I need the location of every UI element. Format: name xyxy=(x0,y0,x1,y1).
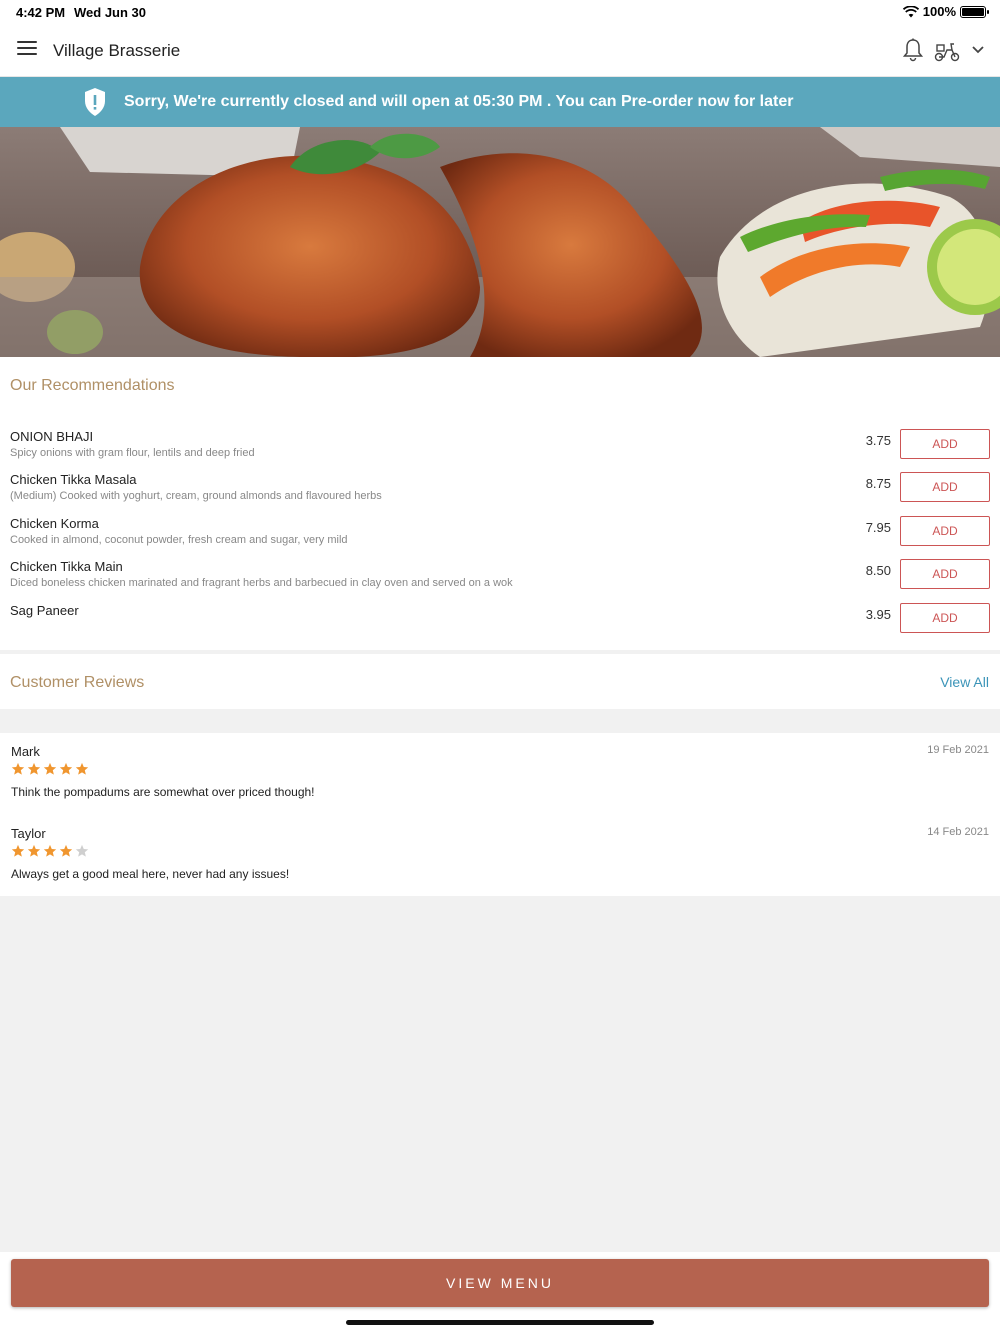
star-filled-icon xyxy=(11,762,25,775)
menu-item: Sag Paneer 3.95 ADD xyxy=(10,603,990,643)
add-button[interactable]: ADD xyxy=(900,516,990,546)
item-name: Chicken Tikka Masala xyxy=(10,472,137,487)
battery-icon xyxy=(960,5,989,18)
menu-item: Chicken Tikka Main Diced boneless chicke… xyxy=(10,559,990,599)
star-filled-icon xyxy=(59,762,73,775)
star-rating xyxy=(11,844,89,858)
add-button[interactable]: ADD xyxy=(900,472,990,502)
reviewer-name: Taylor xyxy=(11,826,46,841)
star-filled-icon xyxy=(11,844,25,857)
star-rating xyxy=(11,762,89,776)
reviews-header: Customer Reviews View All xyxy=(0,654,1000,709)
view-menu-button[interactable]: VIEW MENU xyxy=(11,1259,989,1307)
reviews-list: Mark 19 Feb 2021 Think the pompadums are… xyxy=(0,733,1000,896)
status-time: 4:42 PM xyxy=(16,5,66,20)
item-description: Cooked in almond, coconut powder, fresh … xyxy=(10,534,348,546)
shield-alert-icon xyxy=(85,88,105,116)
review-text: Think the pompadums are somewhat over pr… xyxy=(11,785,315,799)
item-price: 7.95 xyxy=(865,520,891,535)
item-name: Chicken Tikka Main xyxy=(10,559,123,574)
app-bar: Village Brasserie xyxy=(0,24,1000,77)
item-price: 8.75 xyxy=(865,476,891,491)
add-button[interactable]: ADD xyxy=(900,559,990,589)
review-date: 19 Feb 2021 xyxy=(927,744,989,756)
notification-bell-icon[interactable] xyxy=(902,38,924,62)
item-name: ONION BHAJI xyxy=(10,429,94,444)
closed-message: Sorry, We're currently closed and will o… xyxy=(124,93,794,110)
reviewer-name: Mark xyxy=(11,744,40,759)
star-filled-icon xyxy=(43,762,57,775)
add-button[interactable]: ADD xyxy=(900,603,990,633)
menu-item: Chicken Korma Cooked in almond, coconut … xyxy=(10,516,990,556)
recommendations-section: Our Recommendations ONION BHAJI Spicy on… xyxy=(0,357,1000,650)
star-filled-icon xyxy=(27,762,41,775)
item-description: (Medium) Cooked with yoghurt, cream, gro… xyxy=(10,490,382,502)
reviews-title: Customer Reviews xyxy=(10,674,145,691)
item-description: Spicy onions with gram flour, lentils an… xyxy=(10,447,255,459)
add-button[interactable]: ADD xyxy=(900,429,990,459)
footer: VIEW MENU xyxy=(0,1252,1000,1334)
chevron-down-icon[interactable] xyxy=(970,43,986,57)
star-filled-icon xyxy=(75,762,89,775)
menu-item: ONION BHAJI Spicy onions with gram flour… xyxy=(10,429,990,469)
hero-food-image xyxy=(0,127,1000,357)
item-price: 3.75 xyxy=(865,433,891,448)
recommendations-title: Our Recommendations xyxy=(10,377,175,394)
item-description: Diced boneless chicken marinated and fra… xyxy=(10,577,513,589)
hamburger-menu-icon[interactable] xyxy=(17,41,37,59)
status-indicators: 100% xyxy=(902,4,989,19)
menu-item: Chicken Tikka Masala (Medium) Cooked wit… xyxy=(10,472,990,512)
star-filled-icon xyxy=(27,844,41,857)
wifi-icon xyxy=(902,5,919,17)
review-date: 14 Feb 2021 xyxy=(927,826,989,838)
view-all-link[interactable]: View All xyxy=(940,674,989,690)
item-price: 8.50 xyxy=(865,563,891,578)
delivery-scooter-icon[interactable] xyxy=(934,40,960,62)
battery-percent: 100% xyxy=(922,4,956,19)
review-item: Taylor 14 Feb 2021 Always get a good mea… xyxy=(11,815,989,881)
item-name: Chicken Korma xyxy=(10,516,99,531)
star-filled-icon xyxy=(43,844,57,857)
star-filled-icon xyxy=(59,844,73,857)
star-empty-icon xyxy=(75,844,89,857)
restaurant-title: Village Brasserie xyxy=(53,41,181,60)
home-indicator xyxy=(346,1320,654,1325)
status-date: Wed Jun 30 xyxy=(74,5,147,20)
item-name: Sag Paneer xyxy=(10,603,79,618)
item-price: 3.95 xyxy=(865,607,891,622)
status-bar: 4:42 PM Wed Jun 30 100% xyxy=(0,0,1000,24)
closed-banner: Sorry, We're currently closed and will o… xyxy=(0,77,1000,127)
review-text: Always get a good meal here, never had a… xyxy=(11,867,290,881)
review-item: Mark 19 Feb 2021 Think the pompadums are… xyxy=(11,733,989,799)
